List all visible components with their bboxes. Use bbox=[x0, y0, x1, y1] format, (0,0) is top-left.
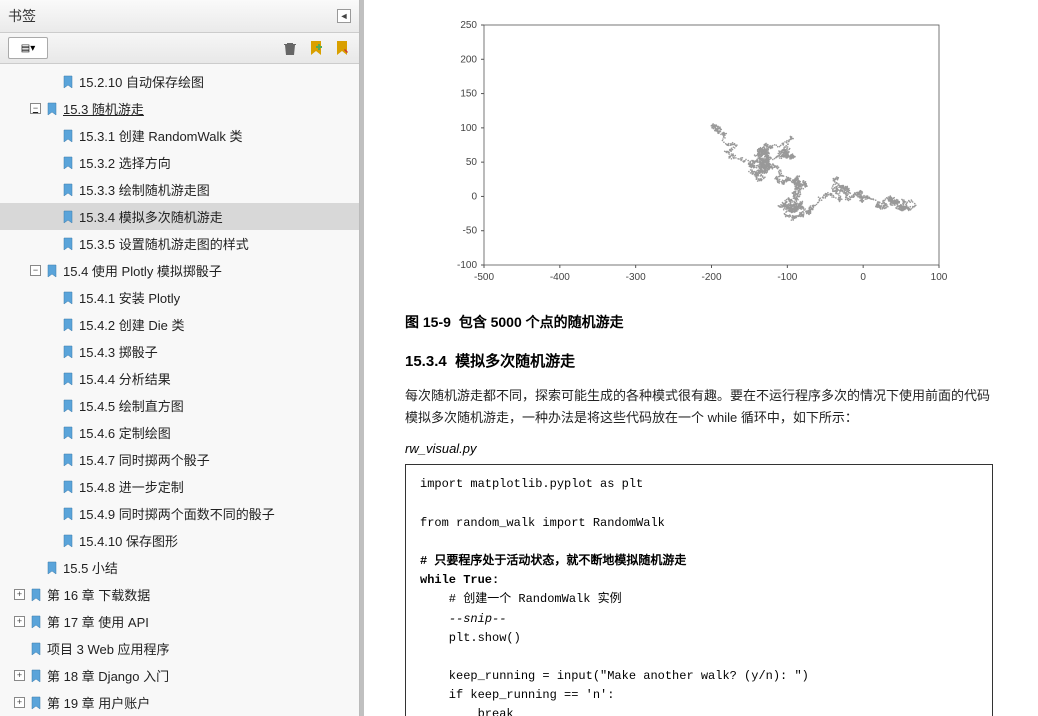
sidebar-header: 书签 ◄ bbox=[0, 0, 359, 33]
bookmark-item[interactable]: − 15.4 使用 Plotly 模拟掷骰子 bbox=[0, 257, 359, 284]
bookmark-item[interactable]: 15.4.4 分析结果 bbox=[0, 365, 359, 392]
paragraph: 每次随机游走都不同，探索可能生成的各种模式很有趣。要在不运行程序多次的情况下使用… bbox=[405, 385, 993, 429]
delete-bookmark-icon[interactable] bbox=[281, 39, 299, 57]
svg-text:0: 0 bbox=[860, 272, 866, 283]
svg-text:150: 150 bbox=[460, 89, 477, 100]
bookmark-item[interactable]: 15.5 小结 bbox=[0, 554, 359, 581]
bookmark-item[interactable]: 15.3.3 绘制随机游走图 bbox=[0, 176, 359, 203]
svg-text:200: 200 bbox=[460, 54, 477, 65]
bookmark-item[interactable]: 15.4.1 安装 Plotly bbox=[0, 284, 359, 311]
add-bookmark-icon[interactable] bbox=[307, 39, 325, 57]
bookmark-label: 15.3.3 绘制随机游走图 bbox=[79, 180, 210, 199]
bookmark-item[interactable]: 15.3.1 创建 RandomWalk 类 bbox=[0, 122, 359, 149]
bookmark-label: 15.4.4 分析结果 bbox=[79, 369, 171, 388]
bookmark-item[interactable]: 项目 3 Web 应用程序 bbox=[0, 635, 359, 662]
document-page: -100-50050100150200250 -500-400-300-200-… bbox=[360, 0, 1038, 716]
bookmark-label: 15.4.7 同时掷两个骰子 bbox=[79, 450, 210, 469]
figure-caption: 图 15-9 包含 5000 个点的随机游走 bbox=[405, 312, 993, 332]
figure-number: 图 15-9 bbox=[405, 314, 451, 330]
expand-icon[interactable]: + bbox=[14, 616, 25, 627]
bookmark-label: 15.4.1 安装 Plotly bbox=[79, 288, 180, 307]
page-margin-bar bbox=[360, 0, 364, 716]
sidebar-title: 书签 bbox=[8, 6, 36, 26]
section-heading: 15.3.4 模拟多次随机游走 bbox=[405, 350, 993, 371]
bookmark-label: 15.4.3 掷骰子 bbox=[79, 342, 158, 361]
bookmark-label: 15.2.10 自动保存绘图 bbox=[79, 72, 204, 91]
bookmark-label: 15.3 随机游走 bbox=[63, 99, 144, 118]
figure-title: 包含 5000 个点的随机游走 bbox=[459, 314, 624, 330]
bookmark-item[interactable]: 15.4.2 创建 Die 类 bbox=[0, 311, 359, 338]
bookmark-label: 15.5 小结 bbox=[63, 558, 118, 577]
svg-text:50: 50 bbox=[466, 157, 478, 168]
svg-text:100: 100 bbox=[931, 272, 948, 283]
expand-icon[interactable]: + bbox=[14, 670, 25, 681]
bookmark-item[interactable]: 15.4.9 同时掷两个面数不同的骰子 bbox=[0, 500, 359, 527]
bookmark-label: 15.4.10 保存图形 bbox=[79, 531, 178, 550]
bookmarks-tree[interactable]: 15.2.10 自动保存绘图 − 15.3 随机游走 15.3.1 创建 Random… bbox=[0, 64, 359, 716]
code-listing: import matplotlib.pyplot as plt from ran… bbox=[405, 464, 993, 716]
section-number: 15.3.4 bbox=[405, 353, 447, 370]
expand-icon[interactable]: + bbox=[14, 697, 25, 708]
bookmark-label: 15.3.2 选择方向 bbox=[79, 153, 171, 172]
bookmark-label: 项目 3 Web 应用程序 bbox=[47, 639, 170, 658]
svg-text:-300: -300 bbox=[626, 272, 646, 283]
svg-text:-50: -50 bbox=[463, 226, 478, 237]
bookmark-item[interactable]: 15.3.4 模拟多次随机游走 bbox=[0, 203, 359, 230]
svg-text:-100: -100 bbox=[457, 260, 477, 271]
collapse-icon[interactable]: − bbox=[30, 103, 41, 114]
bookmark-item[interactable]: 15.3.2 选择方向 bbox=[0, 149, 359, 176]
svg-text:-500: -500 bbox=[474, 272, 494, 283]
bookmark-label: 15.4 使用 Plotly 模拟掷骰子 bbox=[63, 261, 222, 280]
new-bookmark-from-selection-icon[interactable] bbox=[333, 39, 351, 57]
bookmark-label: 15.3.5 设置随机游走图的样式 bbox=[79, 234, 249, 253]
svg-text:0: 0 bbox=[471, 191, 477, 202]
bookmark-item[interactable]: 15.4.6 定制绘图 bbox=[0, 419, 359, 446]
bookmark-item[interactable]: + 第 17 章 使用 API bbox=[0, 608, 359, 635]
bookmark-item[interactable]: + 第 16 章 下载数据 bbox=[0, 581, 359, 608]
bookmark-label: 15.4.5 绘制直方图 bbox=[79, 396, 184, 415]
bookmark-label: 15.4.9 同时掷两个面数不同的骰子 bbox=[79, 504, 275, 523]
bookmark-label: 15.4.6 定制绘图 bbox=[79, 423, 171, 442]
code-filename: rw_visual.py bbox=[405, 441, 993, 456]
bookmark-label: 第 16 章 下载数据 bbox=[47, 585, 150, 604]
svg-text:-400: -400 bbox=[550, 272, 570, 283]
bookmark-item[interactable]: + 第 19 章 用户账户 bbox=[0, 689, 359, 716]
collapse-sidebar-button[interactable]: ◄ bbox=[337, 9, 351, 23]
bookmark-label: 第 18 章 Django 入门 bbox=[47, 666, 169, 685]
section-title: 模拟多次随机游走 bbox=[455, 353, 575, 370]
view-options-dropdown[interactable]: ▤▾ bbox=[8, 37, 48, 59]
bookmark-item[interactable]: 15.4.3 掷骰子 bbox=[0, 338, 359, 365]
bookmark-label: 15.3.1 创建 RandomWalk 类 bbox=[79, 126, 243, 145]
bookmark-label: 15.4.2 创建 Die 类 bbox=[79, 315, 185, 334]
bookmark-item[interactable]: 15.4.7 同时掷两个骰子 bbox=[0, 446, 359, 473]
svg-text:-100: -100 bbox=[777, 272, 797, 283]
svg-text:100: 100 bbox=[460, 123, 477, 134]
bookmark-label: 第 17 章 使用 API bbox=[47, 612, 149, 631]
bookmark-item[interactable]: 15.4.10 保存图形 bbox=[0, 527, 359, 554]
figure-random-walk: -100-50050100150200250 -500-400-300-200-… bbox=[429, 20, 969, 300]
bookmark-item[interactable]: − 15.3 随机游走 bbox=[0, 95, 359, 122]
bookmark-label: 15.3.4 模拟多次随机游走 bbox=[79, 207, 223, 226]
bookmark-item[interactable]: + 第 18 章 Django 入门 bbox=[0, 662, 359, 689]
bookmarks-toolbar: ▤▾ bbox=[0, 33, 359, 64]
bookmark-item[interactable]: 15.4.5 绘制直方图 bbox=[0, 392, 359, 419]
collapse-icon[interactable]: − bbox=[30, 265, 41, 276]
bookmarks-sidebar: 书签 ◄ ▤▾ 15.2.10 自动保存绘图 − 15.3 随机游走 15.3.1 创… bbox=[0, 0, 360, 716]
svg-text:250: 250 bbox=[460, 20, 477, 31]
expand-icon[interactable]: + bbox=[14, 589, 25, 600]
bookmark-item[interactable]: 15.3.5 设置随机游走图的样式 bbox=[0, 230, 359, 257]
bookmark-label: 15.4.8 进一步定制 bbox=[79, 477, 184, 496]
bookmark-item[interactable]: 15.4.8 进一步定制 bbox=[0, 473, 359, 500]
random-walk-chart: -100-50050100150200250 -500-400-300-200-… bbox=[429, 20, 969, 300]
svg-text:-200: -200 bbox=[701, 272, 721, 283]
bookmark-item[interactable]: 15.2.10 自动保存绘图 bbox=[0, 68, 359, 95]
bookmark-label: 第 19 章 用户账户 bbox=[47, 693, 150, 712]
